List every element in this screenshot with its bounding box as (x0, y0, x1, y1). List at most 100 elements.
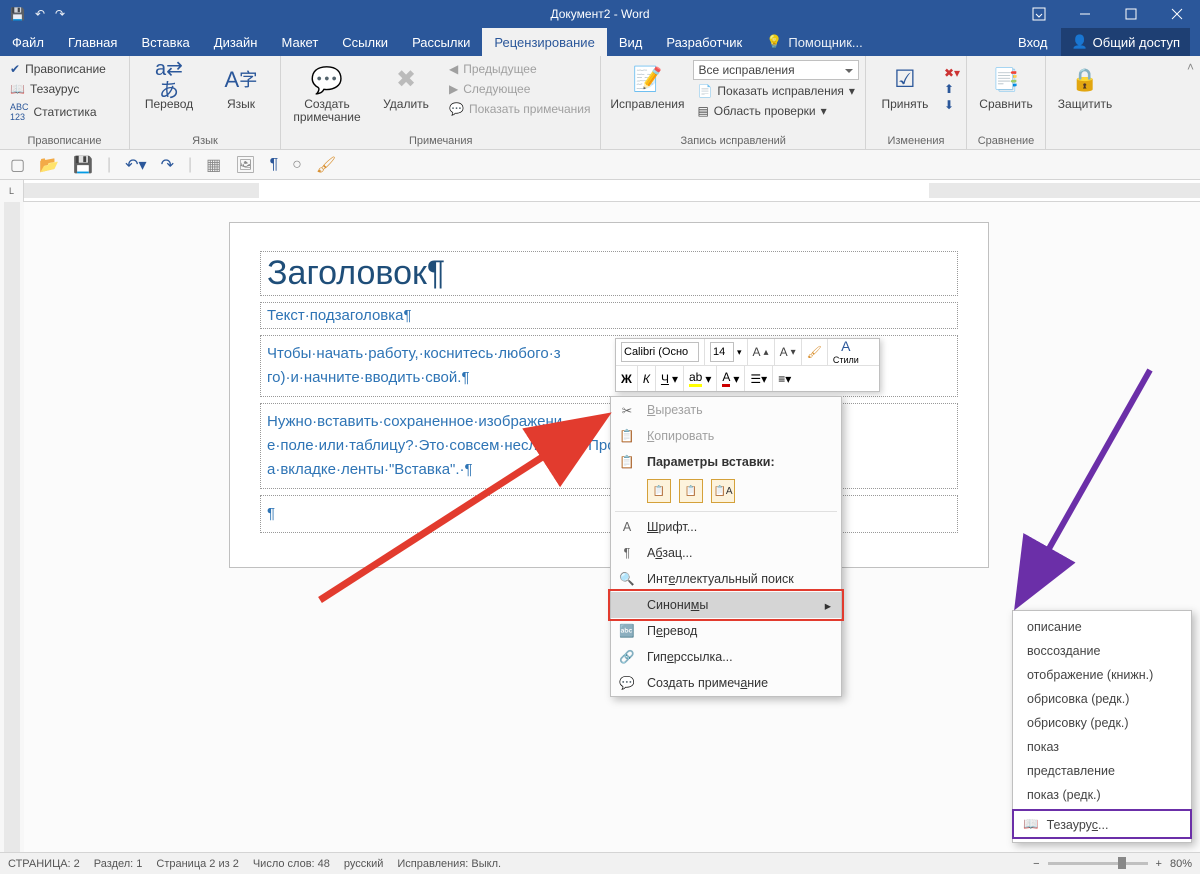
italic-button[interactable]: К (638, 366, 656, 391)
qat-brush-icon[interactable]: 🖌 (316, 155, 336, 175)
tab-layout[interactable]: Макет (269, 28, 330, 56)
status-language[interactable]: русский (344, 858, 383, 870)
menu-smart-lookup[interactable]: 🔍Интеллектуальный поиск (611, 566, 841, 592)
subtitle[interactable]: Текст·подзаголовка¶ (260, 302, 958, 329)
status-page-of[interactable]: Страница 2 из 2 (156, 858, 238, 870)
next-change-icon[interactable]: ⬇ (944, 98, 960, 112)
synonym-item[interactable]: обрисовку (редк.) (1013, 711, 1191, 735)
zoom-slider[interactable] (1048, 862, 1148, 865)
menu-hyperlink[interactable]: 🔗Гиперссылка... (611, 644, 841, 670)
format-painter-button[interactable]: 🖌 (802, 339, 828, 365)
styles-button[interactable]: AСтили (828, 339, 864, 365)
numbering-button[interactable]: ≡▾ (773, 366, 796, 391)
tab-review[interactable]: Рецензирование (482, 28, 606, 56)
reviewing-pane-button[interactable]: ▤Область проверки ▾ (693, 102, 858, 120)
show-markup-button[interactable]: 📄Показать исправления ▾ (693, 82, 858, 100)
shrink-font-button[interactable]: A▾ (775, 339, 802, 365)
translate-button[interactable]: a⇄あПеревод (136, 60, 202, 111)
heading-1[interactable]: Заголовок¶ (260, 251, 958, 296)
spellcheck-button[interactable]: ✔Правописание (6, 60, 110, 78)
font-size-input[interactable] (710, 342, 734, 362)
ruler-corner[interactable]: L (0, 180, 24, 202)
stats-button[interactable]: ABC123Статистика (6, 100, 110, 124)
ribbon-options-icon[interactable] (1016, 0, 1062, 28)
menu-font[interactable]: AШрифт... (611, 514, 841, 540)
compare-button[interactable]: 📑Сравнить (973, 60, 1039, 111)
synonym-item[interactable]: воссоздание (1013, 639, 1191, 663)
synonym-item[interactable]: показ (редк.) (1013, 783, 1191, 807)
collapse-ribbon-icon[interactable]: ˄ (1181, 56, 1200, 149)
bullets-button[interactable]: ☰▾ (745, 366, 773, 391)
qat-new-icon[interactable]: ▢ (10, 155, 25, 175)
zoom-level[interactable]: 80% (1170, 858, 1192, 870)
qat-open-icon[interactable]: 📂 (39, 155, 59, 175)
tell-me[interactable]: 💡 Помощник... (754, 28, 875, 56)
paste-keep-formatting[interactable]: 📋 (647, 479, 671, 503)
qat-save-icon[interactable]: 💾 (73, 155, 93, 175)
tab-file[interactable]: Файл (0, 28, 56, 56)
delete-comment-button[interactable]: ✖Удалить (373, 60, 439, 111)
qat-undo-icon[interactable]: ↶ (35, 7, 45, 21)
status-word-count[interactable]: Число слов: 48 (253, 858, 330, 870)
tab-home[interactable]: Главная (56, 28, 129, 56)
new-comment-button[interactable]: 💬Создать примечание (287, 60, 367, 124)
synonym-item[interactable]: показ (1013, 735, 1191, 759)
prev-change-icon[interactable]: ⬆ (944, 82, 960, 96)
display-mode-dropdown[interactable]: Все исправления (693, 60, 858, 80)
underline-button[interactable]: Ч ▾ (656, 366, 684, 391)
reject-icon[interactable]: ✖▾ (944, 66, 960, 80)
tab-developer[interactable]: Разработчик (654, 28, 754, 56)
qat-table-icon[interactable]: ▦ (206, 155, 221, 175)
vertical-ruler[interactable]: L (0, 202, 24, 852)
font-color-button[interactable]: A▾ (717, 366, 745, 391)
tab-view[interactable]: Вид (607, 28, 655, 56)
synonym-item[interactable]: отображение (книжн.) (1013, 663, 1191, 687)
qat-circle-icon[interactable]: ○ (292, 156, 302, 174)
stats-icon: ABC123 (10, 102, 29, 122)
next-comment-button[interactable]: ▶Следующее (445, 80, 594, 98)
synonym-item[interactable]: представление (1013, 759, 1191, 783)
track-changes-button[interactable]: 📝Исправления (607, 60, 687, 111)
grow-font-button[interactable]: A▴ (748, 339, 775, 365)
menu-copy[interactable]: 📋Копировать (611, 423, 841, 449)
status-page[interactable]: СТРАНИЦА: 2 (8, 858, 80, 870)
show-comments-button[interactable]: 💬Показать примечания (445, 100, 594, 118)
menu-cut[interactable]: ✂Вырезать (611, 397, 841, 423)
status-section[interactable]: Раздел: 1 (94, 858, 143, 870)
horizontal-ruler[interactable] (24, 180, 1200, 202)
highlight-button[interactable]: ab▾ (684, 366, 717, 391)
prev-comment-button[interactable]: ◀Предыдущее (445, 60, 594, 78)
bold-button[interactable]: Ж (616, 366, 638, 391)
sign-in-link[interactable]: Вход (1018, 35, 1047, 50)
tab-mailings[interactable]: Рассылки (400, 28, 482, 56)
qat-picture-icon[interactable]: 🖼 (235, 155, 255, 175)
qat-undo-icon[interactable]: ↶▾ (125, 155, 146, 175)
language-button[interactable]: A字Язык (208, 60, 274, 111)
qat-save-icon[interactable]: 💾 (10, 7, 25, 21)
paste-merge-formatting[interactable]: 📋 (679, 479, 703, 503)
thesaurus-button[interactable]: 📖Тезаурус (6, 80, 110, 98)
menu-translate[interactable]: 🔤Перевод (611, 618, 841, 644)
qat-redo-icon[interactable]: ↷ (55, 7, 65, 21)
protect-button[interactable]: 🔒Защитить (1052, 60, 1118, 111)
zoom-out-button[interactable]: − (1033, 858, 1039, 870)
font-family-input[interactable] (621, 342, 699, 362)
share-button[interactable]: 👤 Общий доступ (1061, 28, 1190, 56)
minimize-icon[interactable] (1062, 0, 1108, 28)
tab-insert[interactable]: Вставка (129, 28, 201, 56)
menu-new-comment[interactable]: 💬Создать примечание (611, 670, 841, 696)
zoom-in-button[interactable]: + (1156, 858, 1162, 870)
close-icon[interactable] (1154, 0, 1200, 28)
menu-paragraph[interactable]: ¶Абзац... (611, 540, 841, 566)
qat-redo-icon[interactable]: ↷ (161, 155, 174, 175)
thesaurus-menu-item[interactable]: 📖Тезаурус... (1013, 810, 1191, 838)
synonym-item[interactable]: обрисовка (редк.) (1013, 687, 1191, 711)
paste-text-only[interactable]: 📋A (711, 479, 735, 503)
status-track-changes[interactable]: Исправления: Выкл. (397, 858, 501, 870)
maximize-icon[interactable] (1108, 0, 1154, 28)
tab-design[interactable]: Дизайн (202, 28, 270, 56)
qat-paragraph-icon[interactable]: ¶ (270, 156, 279, 174)
tab-references[interactable]: Ссылки (330, 28, 400, 56)
accept-button[interactable]: ☑Принять (872, 60, 938, 111)
menu-synonyms[interactable]: Синонимы▸ (611, 592, 841, 618)
